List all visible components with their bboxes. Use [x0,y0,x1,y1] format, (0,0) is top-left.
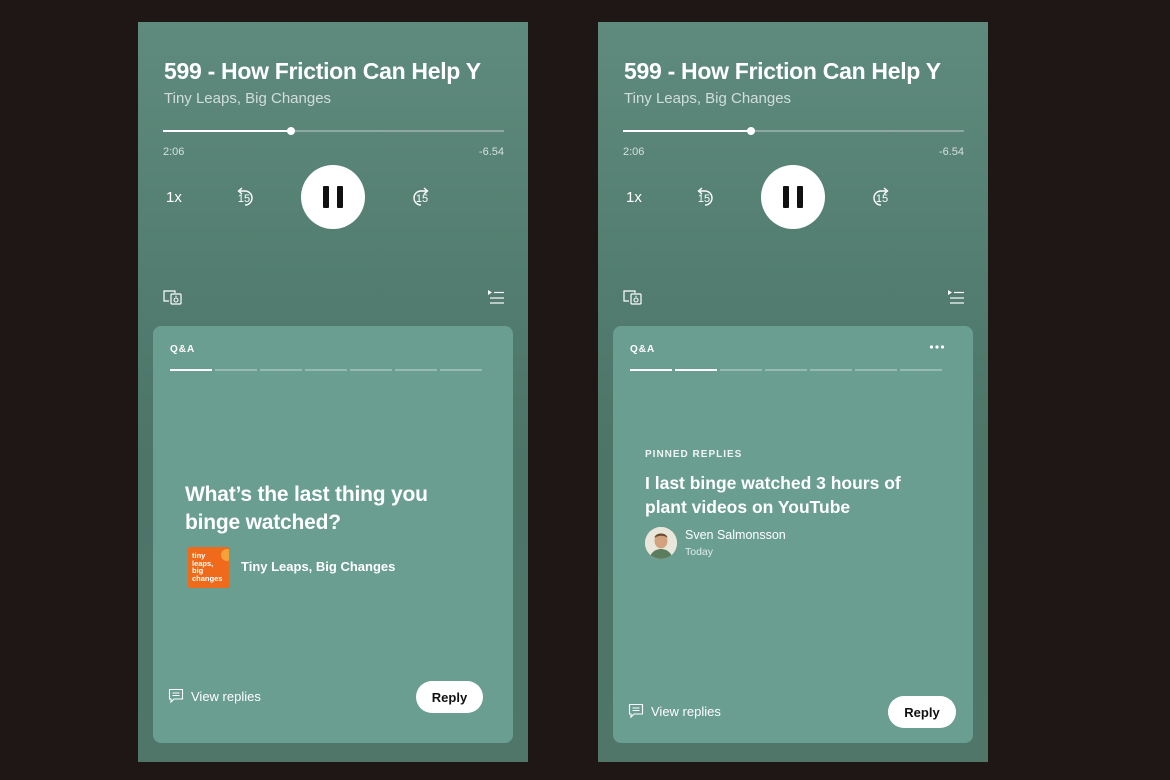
qa-card: Q&A PINNED REPLIES I last binge watched … [613,326,973,743]
elapsed-time: 2:06 [623,146,645,158]
story-segment [305,369,347,371]
show-name-link[interactable]: Tiny Leaps, Big Changes [164,90,331,107]
view-replies-button[interactable]: View replies [168,688,261,704]
pause-icon [323,186,329,208]
skip-forward-button[interactable]: 15 [408,185,436,211]
progress-scrubber[interactable] [286,127,295,135]
skip-forward-button[interactable]: 15 [868,185,896,211]
pinned-reply-text: I last binge watched 3 hours of plant vi… [645,473,901,517]
pause-icon [783,186,789,208]
story-progress-segments [630,369,942,371]
view-replies-label: View replies [651,703,721,719]
skip-forward-seconds: 15 [875,193,889,205]
progress-fill [623,130,751,132]
reply-author: Sven Salmonsson [685,528,786,542]
skip-back-button[interactable]: 15 [230,185,258,211]
qa-label: Q&A [170,344,196,355]
connect-devices-icon[interactable] [623,289,643,305]
skip-forward-seconds: 15 [415,193,429,205]
playback-speed-button[interactable]: 1x [626,189,642,206]
podcast-cover[interactable]: tiny leaps, big changes [188,547,229,588]
queue-icon[interactable] [487,289,505,305]
remaining-time: -6.54 [938,146,964,158]
reply-timestamp: Today [685,546,714,558]
pause-button[interactable] [301,165,365,229]
skip-back-seconds: 15 [697,193,711,205]
story-segment [765,369,807,371]
avatar[interactable] [645,527,677,559]
player-screen-left: 599 - How Friction Can Help Y Tiny Leaps… [138,22,528,762]
story-segment [395,369,437,371]
reply-button[interactable]: Reply [888,696,956,728]
more-options-icon[interactable] [929,344,945,350]
connect-devices-icon[interactable] [163,289,183,305]
story-segment [260,369,302,371]
elapsed-time: 2:06 [163,146,185,158]
skip-back-seconds: 15 [237,193,251,205]
story-segment [855,369,897,371]
podcast-cover-text: tiny leaps, big changes [192,551,223,583]
comment-icon [168,688,184,704]
story-segment [630,369,672,371]
qa-question: What’s the last thing you binge watched? [185,483,428,534]
show-name-link[interactable]: Tiny Leaps, Big Changes [624,90,791,107]
comment-icon [628,703,644,719]
episode-title: 599 - How Friction Can Help Y [624,58,941,84]
progress-scrubber[interactable] [746,127,755,135]
skip-back-button[interactable]: 15 [690,185,718,211]
remaining-time: -6.54 [478,146,504,158]
pinned-replies-label: PINNED REPLIES [645,449,743,460]
podcast-name[interactable]: Tiny Leaps, Big Changes [241,559,395,574]
story-segment [170,369,212,371]
user-photo [645,527,677,559]
story-segment [900,369,942,371]
episode-title: 599 - How Friction Can Help Y [164,58,481,84]
view-replies-label: View replies [191,688,261,704]
story-segment [675,369,717,371]
progress-fill [163,130,291,132]
player-screen-right: 599 - How Friction Can Help Y Tiny Leaps… [598,22,988,762]
story-segment [440,369,482,371]
qa-card: Q&A What’s the last thing you binge watc… [153,326,513,743]
pause-button[interactable] [761,165,825,229]
progress-bar[interactable] [623,127,964,135]
playback-speed-button[interactable]: 1x [166,189,182,206]
reply-button[interactable]: Reply [416,681,483,713]
story-segment [810,369,852,371]
queue-icon[interactable] [947,289,965,305]
story-progress-segments [170,369,482,371]
story-segment [720,369,762,371]
qa-label: Q&A [630,344,656,355]
story-segment [350,369,392,371]
view-replies-button[interactable]: View replies [628,703,721,719]
story-segment [215,369,257,371]
progress-bar[interactable] [163,127,504,135]
